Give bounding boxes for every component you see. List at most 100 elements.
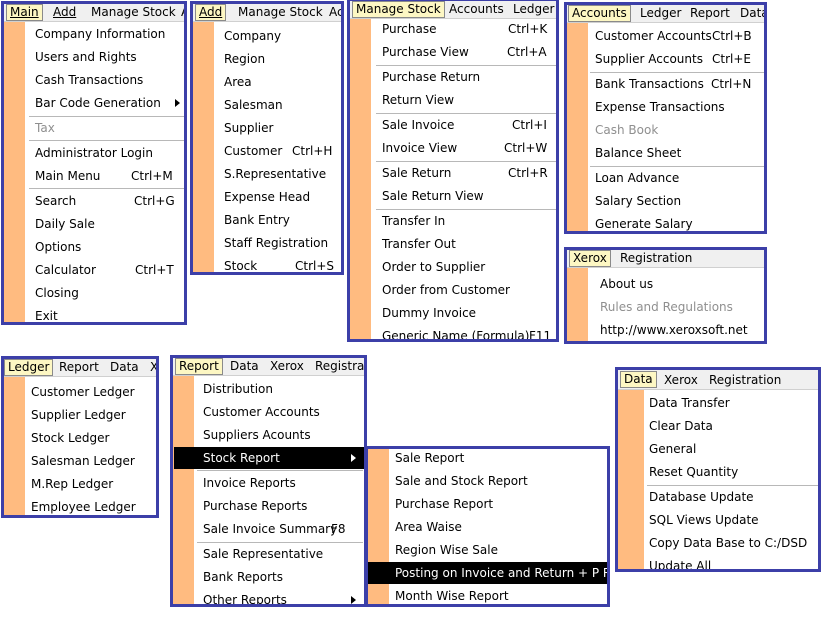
menu-item-calculator[interactable]: Calculator Ctrl+T bbox=[35, 259, 184, 281]
menu-item-supplier-accounts[interactable]: Supplier Accounts Ctrl+E bbox=[595, 48, 763, 70]
menu-item-users-and-rights[interactable]: Users and Rights bbox=[35, 46, 184, 68]
menu-item-invoice-reports[interactable]: Invoice Reports bbox=[203, 472, 363, 494]
menubar-registration[interactable]: Registration bbox=[617, 250, 695, 267]
menu-item-company-information[interactable]: Company Information bbox=[35, 23, 184, 45]
menu-item-transfer-out[interactable]: Transfer Out bbox=[382, 233, 548, 255]
menubar-data[interactable]: Data bbox=[620, 371, 657, 388]
menu-item-transfer-in[interactable]: Transfer In bbox=[382, 210, 548, 232]
menu-item-customer-ledger[interactable]: Customer Ledger bbox=[31, 381, 156, 403]
menu-item-purchase-view[interactable]: Purchase View Ctrl+A bbox=[382, 41, 548, 63]
menu-item-bank-transactions[interactable]: Bank Transactions Ctrl+N bbox=[595, 73, 763, 95]
menu-item-bank-reports[interactable]: Bank Reports bbox=[203, 566, 363, 588]
menu-item-administrator-login[interactable]: Administrator Login bbox=[35, 142, 184, 164]
menu-item-bank-entry[interactable]: Bank Entry bbox=[224, 209, 341, 231]
menubar-ledger[interactable]: Ledger bbox=[4, 359, 54, 376]
menubar-accounts[interactable]: Accounts bbox=[568, 5, 631, 22]
menubar-report[interactable]: Report bbox=[687, 5, 733, 22]
menu-item-main-menu[interactable]: Main Menu Ctrl+M bbox=[35, 165, 184, 187]
menu-item-salesman-ledger[interactable]: Salesman Ledger bbox=[31, 450, 156, 472]
menubar-xerox[interactable]: Xerox bbox=[267, 358, 307, 375]
menu-item-staff-registration[interactable]: Staff Registration bbox=[224, 232, 341, 254]
menu-item-sale-and-stock-report[interactable]: Sale and Stock Report bbox=[395, 470, 607, 492]
menubar-manage-stock[interactable]: Manage Stock bbox=[88, 4, 179, 21]
menu-item-distribution[interactable]: Distribution bbox=[203, 378, 363, 400]
menu-item-supplier[interactable]: Supplier bbox=[224, 117, 341, 139]
menubar-xerox-partial[interactable]: X bbox=[147, 359, 156, 376]
menu-item-order-from-customer[interactable]: Order from Customer bbox=[382, 279, 548, 301]
menu-item-employee-ledger[interactable]: Employee Ledger bbox=[31, 496, 156, 515]
menubar-accounts[interactable]: Accounts bbox=[446, 1, 507, 18]
menu-item-options[interactable]: Options bbox=[35, 236, 184, 258]
menu-item-area-waise[interactable]: Area Waise bbox=[395, 516, 607, 538]
menu-item-cash-transactions[interactable]: Cash Transactions bbox=[35, 69, 184, 91]
menu-item-clear-data[interactable]: Clear Data bbox=[649, 415, 817, 437]
menu-item-return-view[interactable]: Return View bbox=[382, 89, 548, 111]
menubar-add[interactable]: Add bbox=[50, 4, 79, 21]
menu-item-balance-sheet[interactable]: Balance Sheet bbox=[595, 142, 763, 164]
menu-item-order-to-supplier[interactable]: Order to Supplier bbox=[382, 256, 548, 278]
menu-item-closing[interactable]: Closing bbox=[35, 282, 184, 304]
menubar-accounts-partial[interactable]: A bbox=[178, 4, 184, 21]
menubar-manage-stock[interactable]: Manage Stock bbox=[352, 1, 445, 18]
menu-item-mrep-ledger[interactable]: M.Rep Ledger bbox=[31, 473, 156, 495]
menu-item-stock-ledger[interactable]: Stock Ledger bbox=[31, 427, 156, 449]
menubar-xerox[interactable]: Xerox bbox=[569, 250, 611, 267]
menu-item-customer-accounts[interactable]: Customer Accounts bbox=[203, 401, 363, 423]
menu-item-update-all[interactable]: Update All bbox=[649, 555, 817, 569]
menu-item-salesman[interactable]: Salesman bbox=[224, 94, 341, 116]
menu-item-region-wise-sale[interactable]: Region Wise Sale bbox=[395, 539, 607, 561]
menubar-accounts-partial[interactable]: Acc bbox=[326, 4, 341, 21]
menu-item-bar-code-generation[interactable]: Bar Code Generation bbox=[35, 92, 184, 114]
menu-item-exit[interactable]: Exit bbox=[35, 305, 184, 322]
menu-item-general[interactable]: General bbox=[649, 438, 817, 460]
menu-item-data-transfer[interactable]: Data Transfer bbox=[649, 392, 817, 414]
menubar-report[interactable]: Report bbox=[175, 358, 223, 375]
menu-item-area[interactable]: Area bbox=[224, 71, 341, 93]
menubar-xerox[interactable]: Xerox bbox=[661, 372, 701, 389]
menubar-data[interactable]: Data bbox=[107, 359, 142, 376]
menubar-ledger[interactable]: Ledger bbox=[510, 1, 556, 18]
menubar-registration-partial[interactable]: Registrati bbox=[312, 358, 364, 375]
menu-item-purchase[interactable]: Purchase Ctrl+K bbox=[382, 18, 548, 40]
menubar-manage-stock[interactable]: Manage Stock bbox=[235, 4, 326, 21]
menu-item-generate-salary[interactable]: Generate Salary bbox=[595, 213, 763, 231]
menu-item-sale-return-view[interactable]: Sale Return View bbox=[382, 185, 548, 207]
menu-item-purchase-report[interactable]: Purchase Report bbox=[395, 493, 607, 515]
menu-item-purchase-reports[interactable]: Purchase Reports bbox=[203, 495, 363, 517]
menu-item-month-wise-report[interactable]: Month Wise Report bbox=[395, 585, 607, 604]
menu-item-copy-data-base[interactable]: Copy Data Base to C:/DSD bbox=[649, 532, 817, 554]
menu-item-daily-sale[interactable]: Daily Sale bbox=[35, 213, 184, 235]
menu-item-sale-invoice-summary[interactable]: Sale Invoice Summary F8 bbox=[203, 518, 363, 540]
menubar-add[interactable]: Add bbox=[195, 4, 227, 21]
menu-item-stock-report[interactable]: Stock Report bbox=[174, 447, 364, 469]
menu-item-salary-section[interactable]: Salary Section bbox=[595, 190, 763, 212]
menu-item-s-representative[interactable]: S.Representative bbox=[224, 163, 341, 185]
menu-item-purchase-return[interactable]: Purchase Return bbox=[382, 66, 548, 88]
menu-item-sale-invoice[interactable]: Sale Invoice Ctrl+I bbox=[382, 114, 548, 136]
menu-item-dummy-invoice[interactable]: Dummy Invoice bbox=[382, 302, 548, 324]
menubar-report[interactable]: Report bbox=[56, 359, 102, 376]
menubar-ledger[interactable]: Ledger bbox=[637, 5, 684, 22]
menu-item-customer-accounts[interactable]: Customer Accounts Ctrl+B bbox=[595, 25, 763, 47]
menu-item-expense-head[interactable]: Expense Head bbox=[224, 186, 341, 208]
menu-item-posting-on-invoice[interactable]: Posting on Invoice and Return + P R S bbox=[368, 562, 607, 584]
menu-item-suppliers-acounts[interactable]: Suppliers Acounts bbox=[203, 424, 363, 446]
menu-item-region[interactable]: Region bbox=[224, 48, 341, 70]
menu-item-sale-return[interactable]: Sale Return Ctrl+R bbox=[382, 162, 548, 184]
menubar-data[interactable]: Data bbox=[737, 5, 764, 22]
menu-item-stock[interactable]: Stock Ctrl+S bbox=[224, 255, 341, 272]
menu-item-about-us[interactable]: About us bbox=[600, 273, 764, 295]
menubar-registration[interactable]: Registration bbox=[706, 372, 784, 389]
menu-item-company[interactable]: Company bbox=[224, 25, 341, 47]
menu-item-expense-transactions[interactable]: Expense Transactions bbox=[595, 96, 763, 118]
menu-item-loan-advance[interactable]: Loan Advance bbox=[595, 167, 763, 189]
menu-item-website-link[interactable]: http://www.xeroxsoft.net bbox=[600, 319, 764, 341]
menu-item-sale-report[interactable]: Sale Report bbox=[395, 449, 607, 469]
menu-item-sale-representative[interactable]: Sale Representative bbox=[203, 543, 363, 565]
menu-item-generic-name[interactable]: Generic Name (Formula) F11 bbox=[382, 325, 556, 339]
menu-item-reset-quantity[interactable]: Reset Quantity bbox=[649, 461, 817, 483]
menu-item-sql-views-update[interactable]: SQL Views Update bbox=[649, 509, 817, 531]
menu-item-customer[interactable]: Customer Ctrl+H bbox=[224, 140, 341, 162]
menu-item-database-update[interactable]: Database Update bbox=[649, 486, 817, 508]
menubar-data[interactable]: Data bbox=[227, 358, 262, 375]
